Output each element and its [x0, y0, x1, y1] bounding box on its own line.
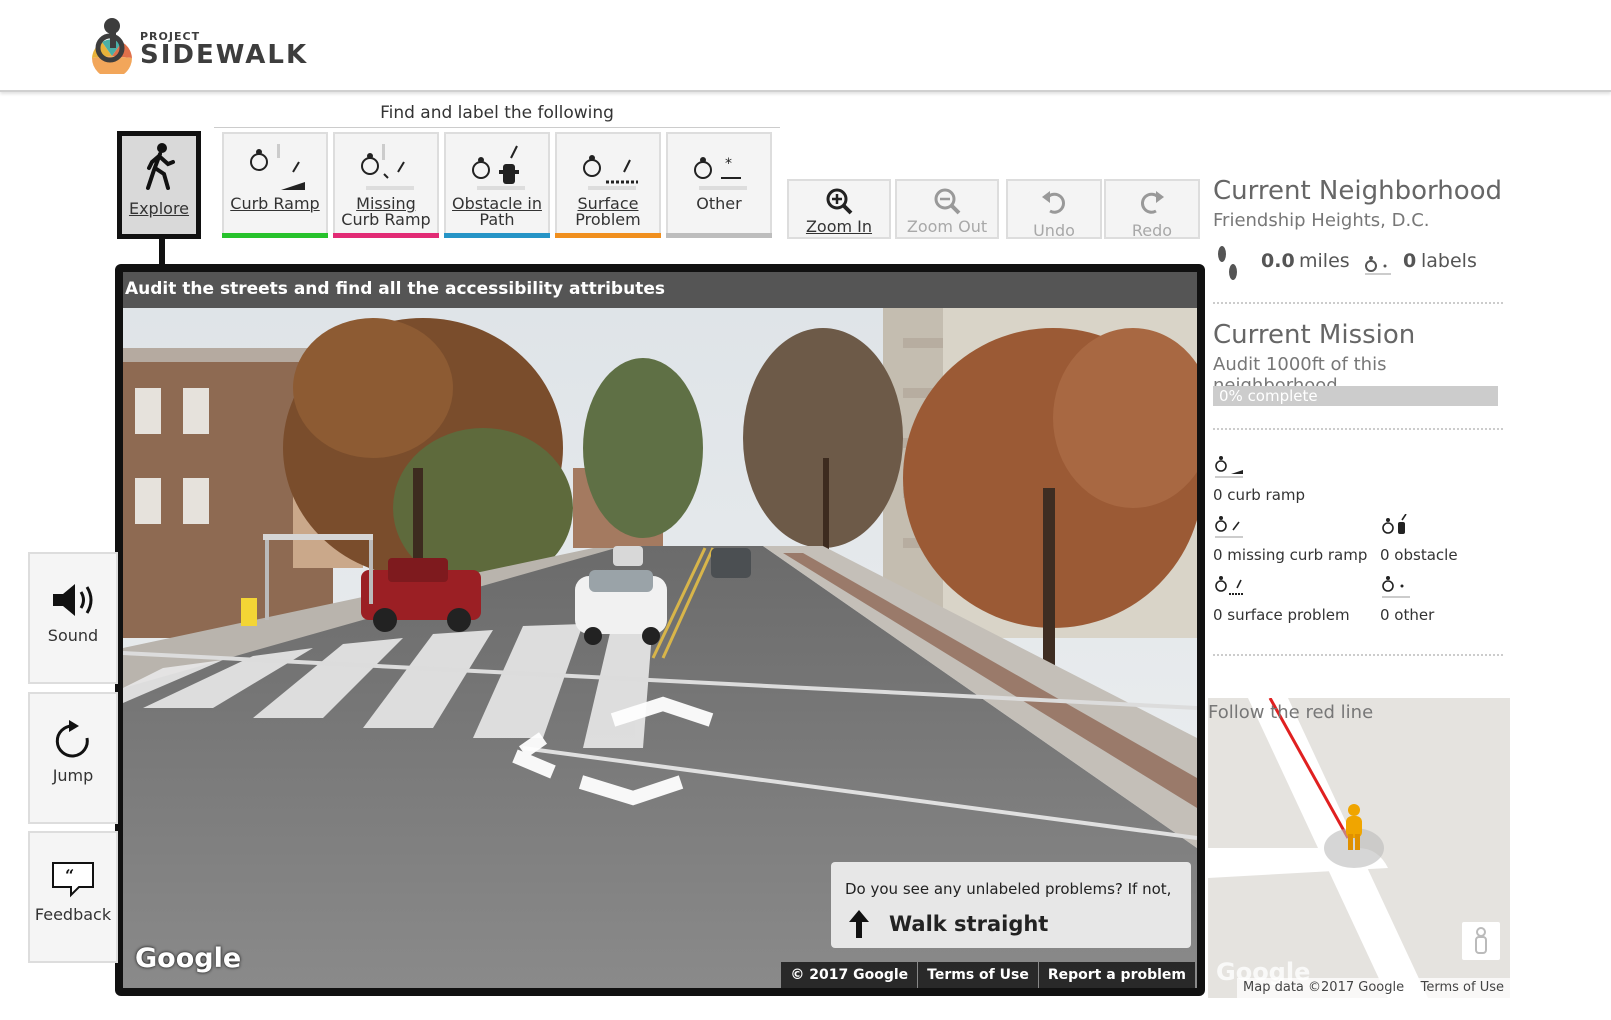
- undo-icon: [1042, 191, 1066, 214]
- sound-label: Sound: [47, 626, 99, 645]
- curb-ramp-button[interactable]: Curb Ramp: [222, 132, 328, 238]
- neighborhood-section: Current Neighborhood Friendship Heights,…: [1213, 176, 1503, 231]
- curb-ramp-label: Curb Ramp: [230, 194, 320, 213]
- street-view-panorama[interactable]: Google Do you see any unlabeled problems…: [123, 308, 1197, 988]
- neighborhood-name: Friendship Heights, D.C.: [1213, 210, 1430, 231]
- street-view-footer: © 2017 Google Terms of Use Report a prob…: [781, 962, 1195, 988]
- street-view-title: Audit the streets and find all the acces…: [123, 272, 1197, 308]
- explore-label: Explore: [128, 199, 190, 218]
- other-color-bar: [666, 233, 772, 238]
- obstacle-count: 0 obstacle: [1380, 546, 1458, 564]
- surface-problem-color-bar: [555, 233, 661, 238]
- svg-text:*: *: [725, 156, 732, 172]
- labels-wheelchair-icon: [1365, 256, 1391, 275]
- obstacle-label-line2: Path: [479, 210, 515, 229]
- other-button[interactable]: * Other: [666, 132, 772, 238]
- redo-icon: [1140, 191, 1164, 214]
- labels-value: 0: [1403, 250, 1417, 272]
- find-and-label-heading: Find and label the following: [214, 103, 780, 128]
- other-label: Other: [696, 194, 742, 213]
- sound-button[interactable]: Sound: [28, 552, 118, 684]
- zoom-in-label: Zoom In: [805, 217, 873, 236]
- map-data-text: Map data ©2017 Google: [1243, 980, 1405, 995]
- jump-button[interactable]: Jump: [28, 692, 118, 824]
- site-header: PROJECT SIDEWALK: [0, 0, 1611, 92]
- zoom-in-button[interactable]: Zoom In: [787, 179, 891, 239]
- divider: [1213, 654, 1503, 656]
- surface-problem-count: 0 surface problem: [1213, 606, 1350, 624]
- jump-refresh-icon: [55, 720, 89, 758]
- missing-curb-ramp-count-icon: [1215, 516, 1243, 538]
- undo-label: Undo: [1033, 221, 1075, 240]
- mission-progress-bar: 0% complete: [1213, 386, 1498, 406]
- pegman-control[interactable]: [1462, 922, 1500, 960]
- street-view-panel: Audit the streets and find all the acces…: [115, 264, 1205, 996]
- curb-ramp-count: 0 curb ramp: [1213, 486, 1306, 504]
- obstacle-button[interactable]: Obstacle in Path: [444, 132, 550, 238]
- other-count: 0 other: [1380, 606, 1435, 624]
- zoom-out-button[interactable]: Zoom Out: [895, 179, 999, 239]
- minimap-footer: Map data ©2017 Google Terms of Use: [1237, 978, 1510, 998]
- google-watermark: Google: [135, 943, 242, 974]
- other-icon: *: [694, 156, 747, 190]
- miles-unit: miles: [1299, 250, 1350, 272]
- other-count-icon: [1382, 576, 1410, 598]
- surface-problem-button[interactable]: Surface Problem: [555, 132, 661, 238]
- current-neighborhood-heading: Current Neighborhood: [1213, 176, 1503, 206]
- svg-text:“: “: [65, 866, 74, 885]
- obstacle-color-bar: [444, 233, 550, 238]
- pegman-control-icon: [1475, 927, 1487, 954]
- prompt-question: Do you see any unlabeled problems? If no…: [845, 880, 1172, 898]
- surface-problem-label-line2: Problem: [575, 210, 641, 229]
- explore-button[interactable]: Explore: [117, 131, 201, 239]
- explore-connector: [159, 239, 165, 267]
- surface-problem-count-icon: [1215, 576, 1243, 595]
- labels-unit: labels: [1421, 250, 1477, 272]
- arrow-up-icon: [849, 910, 869, 938]
- wheelchair-logo-icon: [92, 18, 132, 78]
- copyright-text: © 2017 Google: [790, 967, 909, 983]
- pegman-icon: [1346, 804, 1362, 850]
- redo-button[interactable]: Redo: [1104, 179, 1200, 240]
- mission-section: Current Mission Audit 1000ft of this nei…: [1213, 320, 1503, 396]
- zoom-in-icon: [826, 188, 853, 215]
- walk-prompt: Do you see any unlabeled problems? If no…: [831, 862, 1191, 948]
- speaker-icon: [53, 584, 93, 616]
- report-problem-link[interactable]: Report a problem: [1037, 962, 1195, 988]
- mission-progress-text: 0% complete: [1219, 387, 1318, 405]
- missing-curb-ramp-label-line2: Curb Ramp: [341, 210, 431, 229]
- feedback-button[interactable]: “ Feedback: [28, 831, 118, 963]
- current-mission-heading: Current Mission: [1213, 320, 1416, 350]
- divider: [1213, 428, 1503, 430]
- footprints-icon: [1218, 246, 1237, 280]
- obstacle-icon: [472, 145, 525, 190]
- walk-straight-text: Walk straight: [889, 912, 1049, 936]
- minimap-terms-link[interactable]: Terms of Use: [1421, 980, 1504, 995]
- curb-ramp-color-bar: [222, 233, 328, 238]
- terms-of-use-link[interactable]: Terms of Use: [917, 962, 1038, 988]
- missing-curb-ramp-button[interactable]: Missing Curb Ramp: [333, 132, 439, 238]
- redo-label: Redo: [1131, 221, 1173, 240]
- follow-red-line-text: Follow the red line: [1208, 702, 1374, 723]
- neighborhood-stats: 0.0 miles 0 labels: [1213, 244, 1503, 284]
- curb-ramp-icon: [250, 144, 305, 190]
- missing-curb-ramp-icon: [361, 144, 414, 190]
- zoom-out-icon: [934, 188, 961, 215]
- project-sidewalk-logo[interactable]: PROJECT SIDEWALK: [88, 12, 328, 78]
- undo-button[interactable]: Undo: [1006, 179, 1102, 240]
- miles-value: 0.0: [1261, 250, 1295, 272]
- missing-curb-ramp-count: 0 missing curb ramp: [1213, 546, 1368, 564]
- feedback-speech-bubble-icon: “: [52, 862, 94, 898]
- curb-ramp-count-icon: [1215, 456, 1243, 478]
- zoom-out-label: Zoom Out: [906, 217, 988, 236]
- divider: [1213, 302, 1503, 304]
- surface-problem-icon: [583, 155, 638, 190]
- feedback-label: Feedback: [34, 905, 112, 924]
- obstacle-count-icon: [1382, 514, 1407, 534]
- logo-sidewalk-text: SIDEWALK: [140, 40, 309, 70]
- jump-label: Jump: [52, 766, 94, 785]
- walking-person-icon: [146, 143, 175, 190]
- missing-curb-ramp-color-bar: [333, 233, 439, 238]
- minimap[interactable]: Follow the red line Google Map data ©201…: [1208, 698, 1510, 998]
